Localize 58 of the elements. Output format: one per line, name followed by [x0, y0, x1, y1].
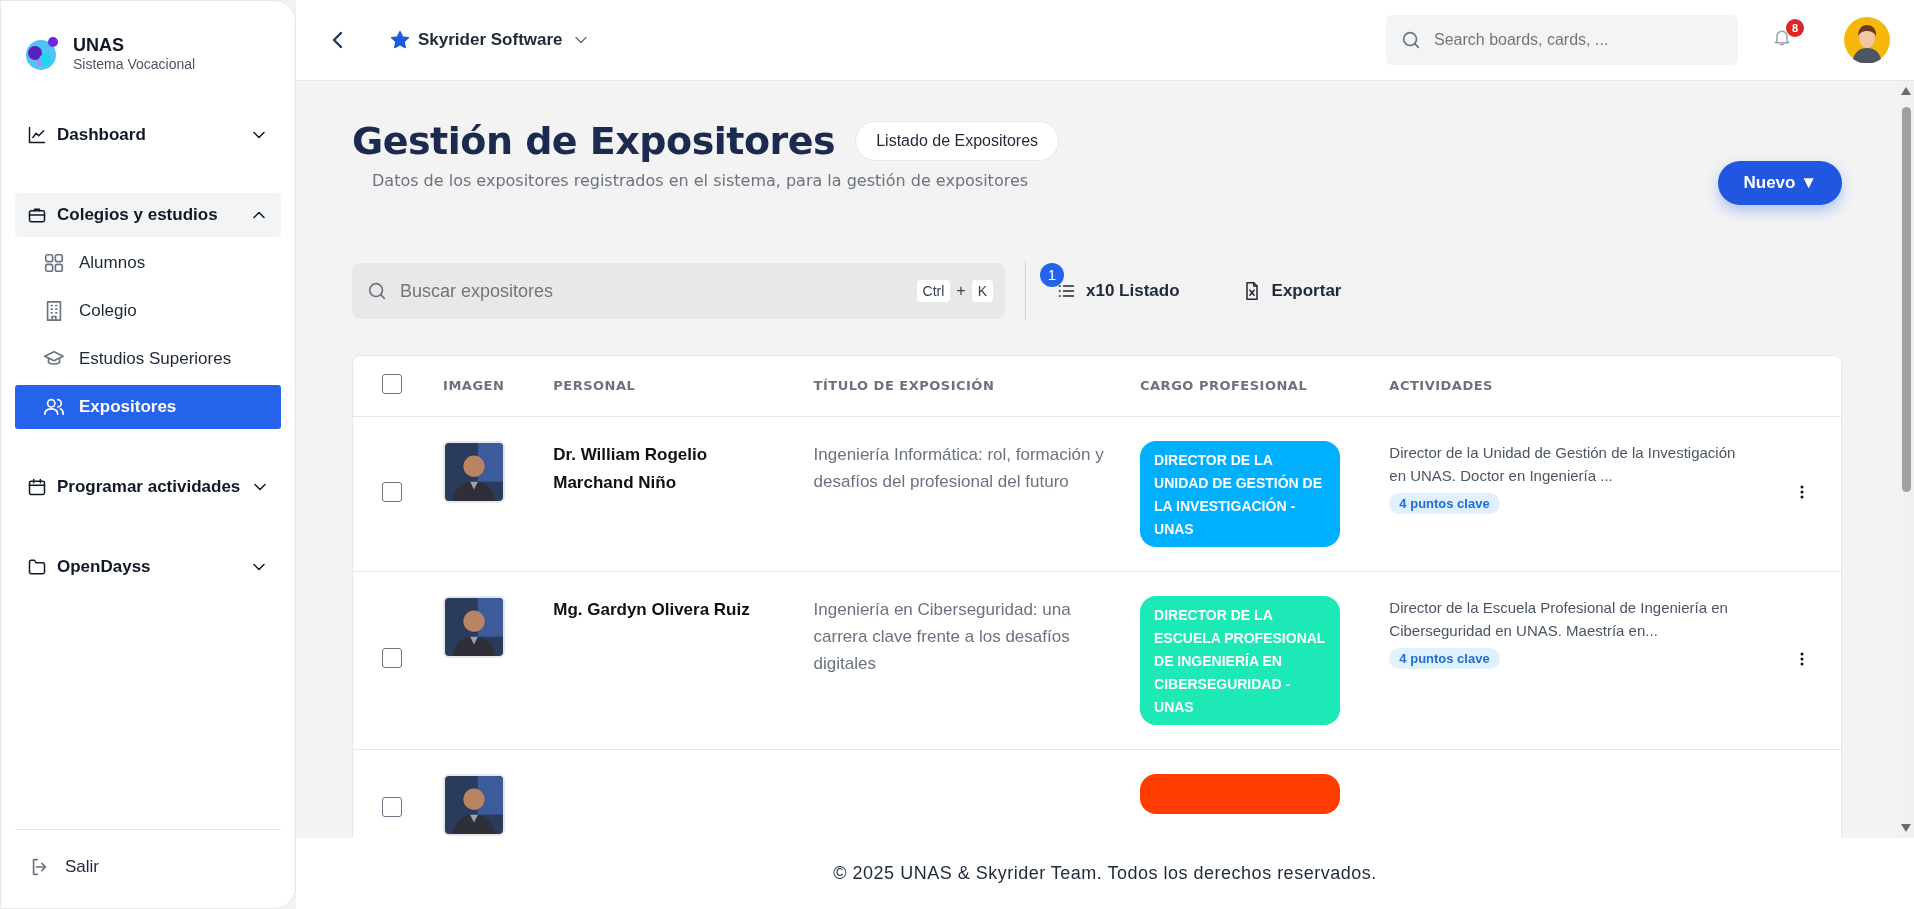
section-tag: Listado de Expositores: [855, 121, 1060, 161]
count-badge: 1: [1040, 263, 1064, 287]
page-subtitle: Datos de los expositores registrados en el sistema, para la gestión de expositores: [372, 171, 1030, 190]
activity-description: Director de la Escuela Profesional de Ingeniería en Ciberseguridad en UNAS. Maestría en...: [1389, 597, 1729, 641]
copyright-text: © 2025 UNAS & Skyrider Team. Todos los derechos reservados.: [833, 863, 1377, 884]
column-header: TÍTULO DE EXPOSICIÓN: [801, 356, 1128, 416]
activity-description: Director de la Unidad de Gestión de la Investigación en UNAS. Doctor en Ingeniería ...: [1389, 442, 1737, 486]
position-badge: DIRECTOR DE LA UNIDAD DE GESTIÓN DE LA INVESTIGACIÓN - UNAS: [1140, 440, 1340, 547]
checkbox[interactable]: [382, 797, 403, 817]
nav-item[interactable]: Expositores: [15, 385, 281, 429]
nav-group[interactable]: OpenDayss: [15, 545, 281, 589]
chart-icon: [27, 125, 47, 145]
checkbox[interactable]: [382, 481, 403, 502]
nav-group[interactable]: Colegios y estudios: [15, 193, 281, 237]
nav-group[interactable]: Programar actividades: [15, 465, 281, 509]
logout-link[interactable]: Salir: [29, 856, 99, 878]
column-header: IMAGEN: [431, 356, 542, 416]
app-title: UNAS: [73, 34, 125, 56]
more-icon[interactable]: [1799, 651, 1804, 666]
column-header: PERSONAL: [541, 356, 802, 416]
keyboard-key: K: [971, 280, 993, 302]
workspace-selector[interactable]: Skyrider Software: [390, 30, 591, 50]
person-name: Mg. Gardyn Olivera Ruiz: [553, 598, 751, 621]
calendar-icon: [27, 477, 47, 497]
search-icon: [1400, 29, 1422, 51]
export-button[interactable]: Exportar: [1231, 275, 1352, 307]
more-icon[interactable]: [1799, 485, 1804, 499]
grid-icon: [43, 252, 65, 274]
talk-title: Ingeniería Informática: rol, formación y desafíos del profesional del futuro: [813, 443, 1105, 493]
checkbox[interactable]: [382, 648, 403, 668]
plus-sign: +: [956, 282, 966, 300]
briefcase-icon: [27, 205, 47, 225]
search-icon: [366, 280, 388, 302]
app-subtitle: Sistema Vocacional: [73, 55, 196, 72]
star-icon: [390, 30, 410, 50]
nav-item[interactable]: Alumnos: [15, 241, 281, 285]
bell-icon[interactable]: [1772, 27, 1792, 47]
checkbox[interactable]: [382, 374, 403, 395]
notification-badge: 8: [1786, 19, 1804, 37]
folder-icon: [27, 557, 47, 577]
position-badge: DIRECTOR DE LA ESCUELA PROFESIONAL DE INGENIERÍA EN CIBERSEGURIDAD - UNAS: [1140, 595, 1340, 725]
nav-group[interactable]: Dashboard: [15, 113, 281, 157]
talk-title: Ingeniería en Ciberseguridad: una carrera clave frente a los desafíos digitales: [813, 598, 1072, 675]
scroll-down-icon[interactable]: [1901, 824, 1911, 832]
key-points-badge: 4 puntos clave: [1389, 492, 1500, 514]
column-header: ACTIVIDADES: [1377, 356, 1763, 416]
search-field[interactable]: Search boards, cards, ...: [1386, 15, 1738, 65]
key-points-badge: 4 puntos clave: [1389, 647, 1500, 669]
nav-item[interactable]: Estudios Superiores: [15, 337, 281, 381]
column-header: CARGO PROFESIONAL: [1128, 356, 1378, 416]
scroll-up-icon[interactable]: [1901, 87, 1911, 95]
nav-item[interactable]: Colegio: [15, 289, 281, 333]
users-icon: [43, 396, 65, 418]
avatar-icon[interactable]: [1844, 17, 1890, 63]
person-name: Dr. William Rogelio Marchand Niño: [553, 443, 709, 494]
page-title: Gestión de Expositores: [352, 119, 836, 163]
keyboard-key: Ctrl: [916, 280, 951, 302]
new-button[interactable]: Nuevo ▼: [1718, 161, 1842, 205]
